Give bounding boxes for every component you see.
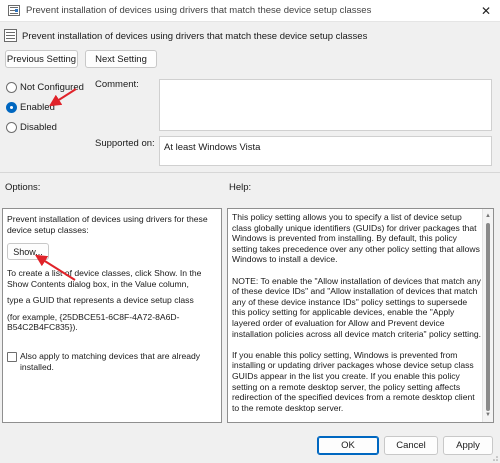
policy-icon <box>4 29 17 42</box>
help-scrollbar[interactable]: ▲ ▼ <box>482 209 493 422</box>
help-label: Help: <box>229 182 252 193</box>
close-icon[interactable]: ✕ <box>478 3 494 19</box>
help-paragraph: This policy setting allows you to specif… <box>232 212 480 265</box>
options-example: (for example, {25DBCE51-6C8F-4A72-8A6D-B… <box>7 311 180 333</box>
comment-label: Comment: <box>95 79 139 90</box>
show-button[interactable]: Show... <box>7 243 49 260</box>
resize-grip-icon[interactable] <box>490 453 498 461</box>
policy-icon <box>8 5 20 16</box>
scroll-down-icon[interactable]: ▼ <box>483 410 493 420</box>
radio-label: Enabled <box>20 102 55 113</box>
options-label: Options: <box>5 182 41 193</box>
scroll-up-icon[interactable]: ▲ <box>483 211 493 221</box>
options-description: Prevent installation of devices using dr… <box>7 214 208 235</box>
window-title: Prevent installation of devices using dr… <box>26 5 372 16</box>
options-instructions: To create a list of device classes, clic… <box>7 268 202 289</box>
radio-button[interactable] <box>6 82 17 93</box>
cancel-button[interactable]: Cancel <box>384 436 438 455</box>
ok-button[interactable]: OK <box>317 436 379 455</box>
previous-setting-button[interactable]: Previous Setting <box>5 50 78 68</box>
help-paragraph: If you enable this policy setting, Windo… <box>232 349 475 413</box>
section-divider <box>0 172 500 173</box>
radio-label: Disabled <box>20 122 57 133</box>
checkbox[interactable] <box>7 352 17 362</box>
setting-title: Prevent installation of devices using dr… <box>22 31 368 42</box>
checkbox-label: Also apply to matching devices that are … <box>20 351 201 372</box>
scroll-thumb[interactable] <box>486 223 490 411</box>
title-bar: Prevent installation of devices using dr… <box>0 0 500 22</box>
options-guid-hint: type a GUID that represents a device set… <box>7 295 194 306</box>
options-panel: Prevent installation of devices using dr… <box>2 208 222 423</box>
help-panel[interactable]: This policy setting allows you to specif… <box>227 208 494 423</box>
next-setting-button[interactable]: Next Setting <box>85 50 157 68</box>
apply-existing-checkbox[interactable]: Also apply to matching devices that are … <box>7 351 218 375</box>
supported-on-label: Supported on: <box>95 138 155 149</box>
apply-button[interactable]: Apply <box>443 436 493 455</box>
supported-on-box: At least Windows Vista <box>159 136 492 166</box>
radio-button[interactable] <box>6 102 17 113</box>
comment-textarea[interactable] <box>159 79 492 131</box>
help-paragraph: NOTE: To enable the "Allow installation … <box>232 275 482 339</box>
supported-on-value: At least Windows Vista <box>164 142 261 153</box>
radio-button[interactable] <box>6 122 17 133</box>
radio-label: Not Configured <box>20 82 84 93</box>
